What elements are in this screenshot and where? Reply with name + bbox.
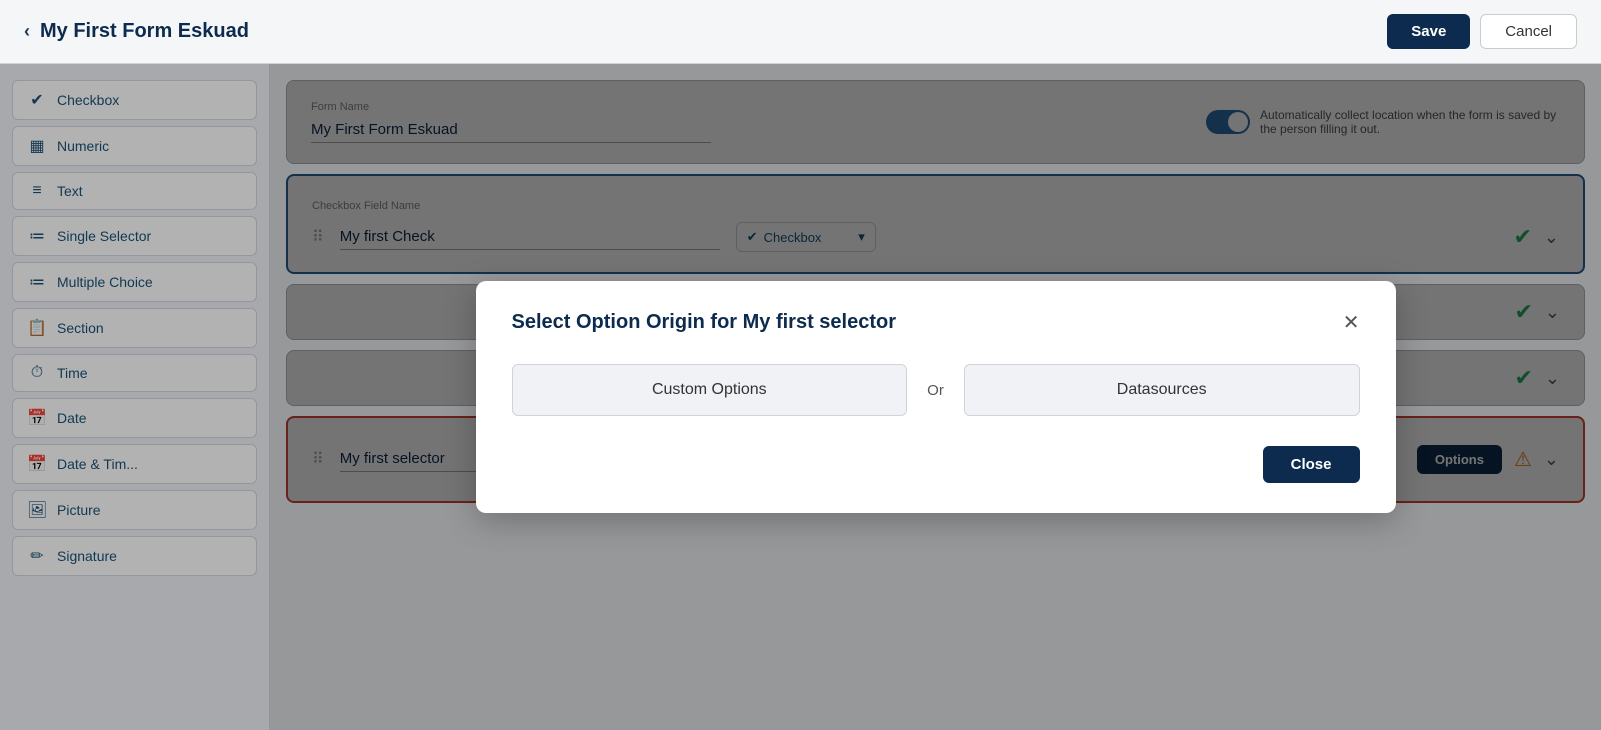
modal-or-label: Or — [927, 382, 944, 399]
modal-close-button[interactable]: Close — [1263, 446, 1360, 483]
header-left: ‹ My First Form Eskuad — [24, 20, 249, 43]
single-selector-icon: ≔ — [27, 226, 47, 246]
main-layout: ✔ Checkbox ▦ Numeric ≡ Text ≔ Single Sel… — [0, 64, 1601, 730]
sidebar-item-label: Text — [57, 183, 83, 199]
text-icon: ≡ — [27, 182, 47, 200]
sidebar-item-label: Signature — [57, 548, 117, 564]
custom-options-button[interactable]: Custom Options — [512, 364, 908, 416]
sidebar-item-label: Picture — [57, 502, 101, 518]
numeric-icon: ▦ — [27, 136, 47, 156]
sidebar-item-text[interactable]: ≡ Text — [12, 172, 257, 210]
sidebar-item-label: Time — [57, 365, 88, 381]
sidebar-item-label: Date & Tim... — [57, 456, 138, 472]
sidebar-item-numeric[interactable]: ▦ Numeric — [12, 126, 257, 166]
back-button[interactable]: ‹ — [24, 21, 30, 42]
checkbox-icon: ✔ — [27, 90, 47, 110]
modal-header: Select Option Origin for My first select… — [512, 311, 1360, 334]
datetime-icon: 📅 — [27, 454, 47, 474]
multiple-choice-icon: ≔ — [27, 272, 47, 292]
modal-close-x-button[interactable]: ✕ — [1343, 313, 1360, 333]
signature-icon: ✏ — [27, 546, 47, 566]
sidebar-item-label: Single Selector — [57, 228, 151, 244]
datasources-button[interactable]: Datasources — [964, 364, 1360, 416]
content: Form Name Automatically collect location… — [270, 64, 1601, 730]
page-title: My First Form Eskuad — [40, 20, 249, 43]
sidebar-item-label: Date — [57, 410, 87, 426]
sidebar-item-label: Multiple Choice — [57, 274, 153, 290]
cancel-button[interactable]: Cancel — [1480, 14, 1577, 49]
sidebar-item-label: Section — [57, 320, 104, 336]
modal: Select Option Origin for My first select… — [476, 281, 1396, 513]
section-icon: 📋 — [27, 318, 47, 338]
date-icon: 📅 — [27, 408, 47, 428]
sidebar-item-picture[interactable]: 🖼 Picture — [12, 490, 257, 530]
sidebar: ✔ Checkbox ▦ Numeric ≡ Text ≔ Single Sel… — [0, 64, 270, 730]
header: ‹ My First Form Eskuad Save Cancel — [0, 0, 1601, 64]
picture-icon: 🖼 — [27, 500, 47, 520]
modal-footer: Close — [512, 446, 1360, 483]
sidebar-item-signature[interactable]: ✏ Signature — [12, 536, 257, 576]
modal-options-row: Custom Options Or Datasources — [512, 364, 1360, 416]
sidebar-item-datetime[interactable]: 📅 Date & Tim... — [12, 444, 257, 484]
save-button[interactable]: Save — [1387, 14, 1470, 49]
sidebar-item-label: Checkbox — [57, 92, 119, 108]
sidebar-item-multiple-choice[interactable]: ≔ Multiple Choice — [12, 262, 257, 302]
time-icon: ⏱ — [27, 364, 47, 382]
sidebar-item-time[interactable]: ⏱ Time — [12, 354, 257, 392]
sidebar-item-single-selector[interactable]: ≔ Single Selector — [12, 216, 257, 256]
modal-title: Select Option Origin for My first select… — [512, 311, 897, 334]
sidebar-item-checkbox[interactable]: ✔ Checkbox — [12, 80, 257, 120]
sidebar-item-section[interactable]: 📋 Section — [12, 308, 257, 348]
header-actions: Save Cancel — [1387, 14, 1577, 49]
sidebar-item-label: Numeric — [57, 138, 109, 154]
sidebar-item-date[interactable]: 📅 Date — [12, 398, 257, 438]
